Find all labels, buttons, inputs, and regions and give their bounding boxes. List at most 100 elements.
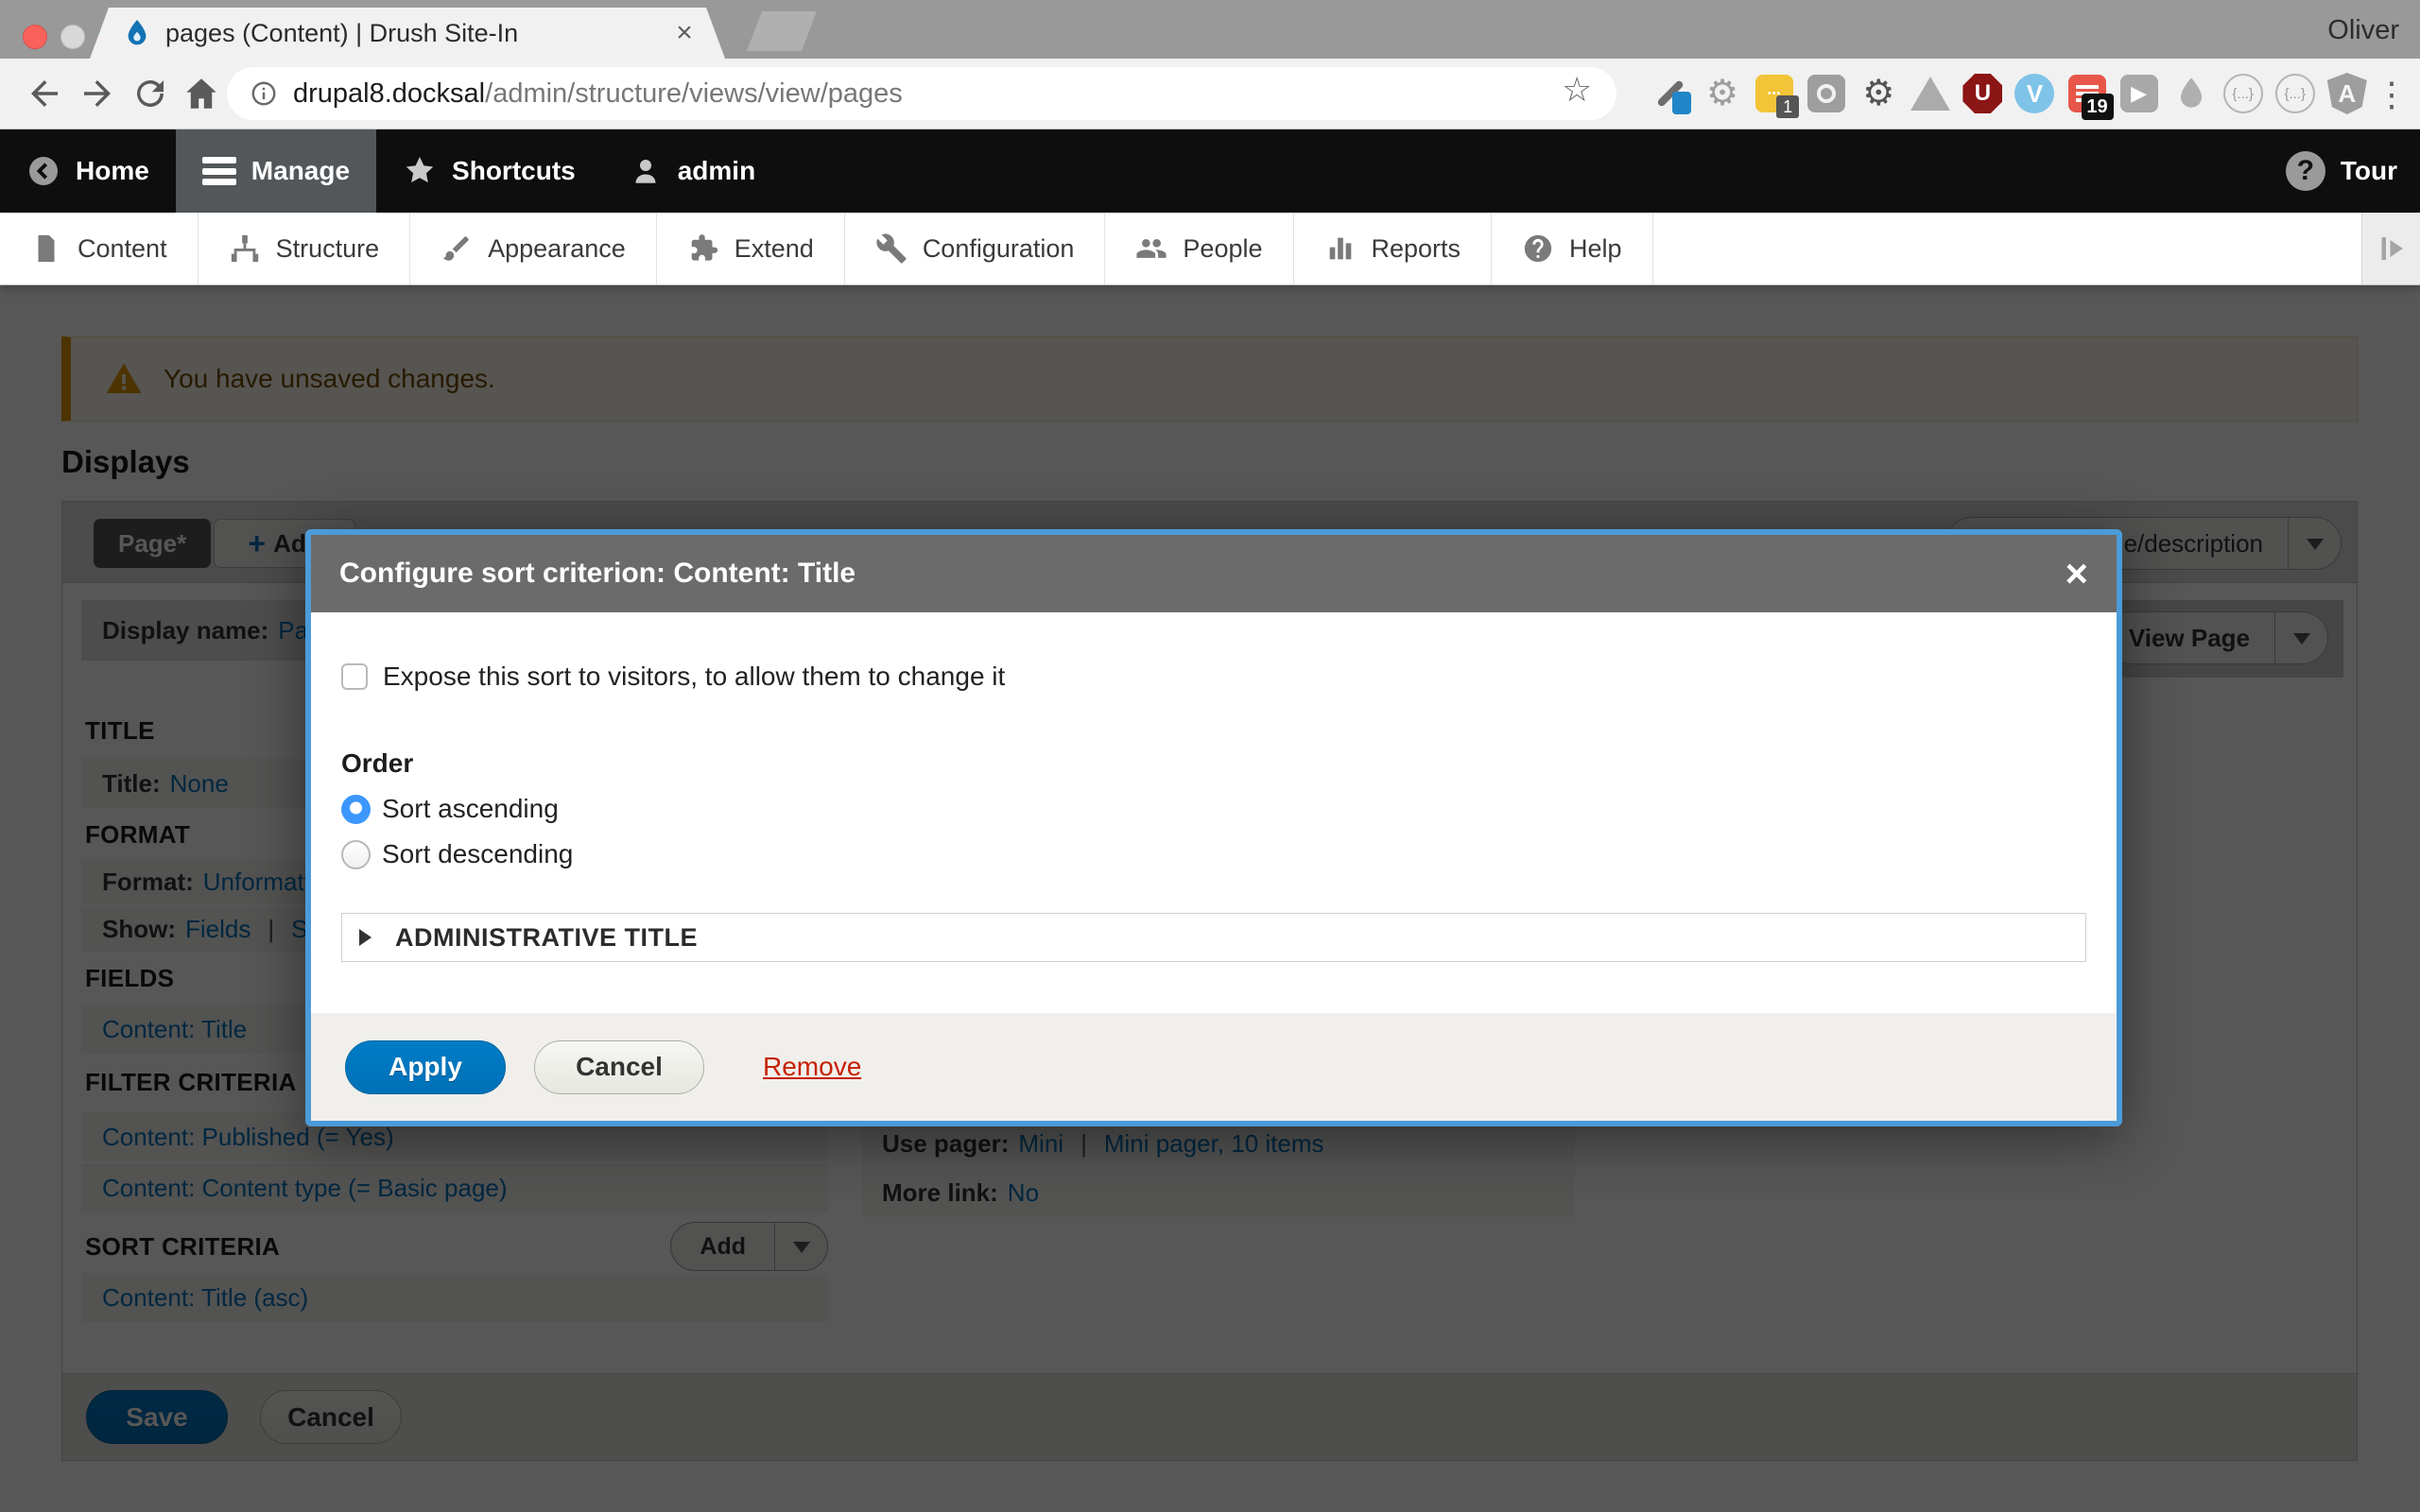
back-button[interactable] [25, 74, 64, 113]
menu-item-help[interactable]: Help [1492, 213, 1653, 284]
sort-descending-option[interactable]: Sort descending [341, 839, 2086, 869]
menu-item-content[interactable]: Content [0, 213, 199, 284]
back-to-site-icon [26, 154, 60, 188]
window-minimize-button[interactable] [60, 25, 85, 49]
extension-json-icon[interactable]: {...} [2222, 73, 2264, 114]
home-icon [182, 74, 221, 113]
reload-button[interactable] [130, 74, 170, 113]
back-arrow-icon [25, 74, 64, 113]
sort-ascending-option[interactable]: Sort ascending [341, 794, 2086, 824]
toolbar-item-label: Shortcuts [452, 156, 576, 186]
extension-gear-icon[interactable]: ⚙ [1702, 73, 1743, 114]
expose-sort-option[interactable]: Expose this sort to visitors, to allow t… [341, 662, 2086, 692]
extension-json2-icon[interactable]: {...} [2274, 73, 2316, 114]
barchart-icon [1324, 232, 1357, 265]
sort-descending-label: Sort descending [382, 839, 573, 869]
toolbar-item-label: Home [76, 156, 149, 186]
menu-item-people[interactable]: People [1105, 213, 1293, 284]
configure-sort-modal: Configure sort criterion: Content: Title… [305, 529, 2122, 1126]
extension-todoist-icon[interactable]: 19 [2066, 73, 2108, 114]
extension-settings-icon[interactable]: ⚙ [1858, 73, 1899, 114]
window-close-button[interactable] [23, 25, 47, 49]
menu-item-configuration[interactable]: Configuration [845, 213, 1106, 284]
new-tab-button[interactable] [747, 11, 817, 51]
tour-label: Tour [2341, 156, 2397, 186]
extension-notes-icon[interactable]: •••1 [1754, 73, 1795, 114]
url-path: /admin/structure/views/view/pages [485, 78, 903, 110]
modal-cancel-button[interactable]: Cancel [534, 1040, 704, 1094]
tab-title: pages (Content) | Drush Site-In [165, 19, 619, 48]
sort-descending-radio[interactable] [341, 840, 371, 869]
extension-ublock-icon[interactable]: U [1962, 73, 2003, 114]
details-arrow-icon [359, 929, 380, 946]
toolbar-item-label: Manage [251, 156, 350, 186]
order-label: Order [341, 748, 2086, 779]
tab-title-fade [606, 17, 663, 55]
browser-tab[interactable]: pages (Content) | Drush Site-In × [90, 8, 725, 59]
extensions-row: ⚙ •••1 ⚙ U V 19 ▶ {...} {...} A [1650, 72, 2368, 115]
tab-close-icon[interactable]: × [670, 20, 699, 48]
drupal-admin-toolbar: Home Manage Shortcuts admin ? Tour [0, 129, 2420, 213]
toolbar-item-admin[interactable]: admin [602, 129, 782, 213]
site-info-icon[interactable] [250, 79, 278, 108]
menu-item-label: People [1183, 234, 1262, 264]
extension-angular-icon[interactable]: A [2326, 73, 2368, 114]
toolbar-item-label: admin [678, 156, 755, 186]
modal-close-icon[interactable]: × [2065, 554, 2088, 593]
extension-drupal-icon[interactable] [2170, 73, 2212, 114]
menu-item-label: Structure [276, 234, 380, 264]
home-button[interactable] [182, 74, 221, 113]
extension-play-icon[interactable]: ▶ [2118, 73, 2160, 114]
user-icon [629, 154, 663, 188]
modal-title: Configure sort criterion: Content: Title [339, 558, 2065, 590]
sitemap-icon [229, 232, 261, 265]
screen: pages (Content) | Drush Site-In × Oliver… [0, 0, 2420, 1512]
menu-item-label: Appearance [488, 234, 626, 264]
drupal-favicon-icon [122, 18, 152, 48]
administrative-title-details[interactable]: ADMINISTRATIVE TITLE [341, 913, 2086, 962]
expose-sort-checkbox[interactable] [341, 663, 368, 690]
extension-colorpicker-icon[interactable] [1650, 73, 1691, 114]
menu-item-reports[interactable]: Reports [1294, 213, 1493, 284]
tour-question-icon: ? [2286, 151, 2325, 191]
apply-button[interactable]: Apply [345, 1040, 506, 1094]
extension-todoist-badge: 19 [2082, 94, 2114, 120]
forward-arrow-icon [78, 74, 117, 113]
bookmark-star-icon[interactable]: ☆ [1562, 70, 1592, 110]
toolbar-item-tour[interactable]: ? Tour [2286, 129, 2397, 213]
browser-profile-name[interactable]: Oliver [2327, 15, 2399, 46]
sort-ascending-label: Sort ascending [382, 794, 559, 824]
toolbar-item-manage[interactable]: Manage [176, 129, 376, 213]
modal-body: Expose this sort to visitors, to allow t… [311, 662, 2117, 962]
modal-titlebar[interactable]: Configure sort criterion: Content: Title… [311, 535, 2117, 612]
browser-menu-icon[interactable]: ⋮ [2375, 76, 2409, 113]
menu-item-label: Configuration [923, 234, 1075, 264]
hamburger-icon [202, 157, 236, 185]
toolbar-collapse-button[interactable] [2361, 213, 2420, 284]
forward-button[interactable] [78, 74, 117, 113]
browser-titlebar: pages (Content) | Drush Site-In × Oliver [0, 0, 2420, 59]
reload-icon [130, 74, 170, 113]
menu-item-label: Help [1569, 234, 1622, 264]
help-icon [1522, 232, 1554, 265]
menu-item-structure[interactable]: Structure [199, 213, 411, 284]
extension-notes-badge: 1 [1776, 95, 1799, 118]
drupal-menu-bar: Content Structure Appearance Extend Conf… [0, 213, 2420, 285]
toolbar-item-shortcuts[interactable]: Shortcuts [376, 129, 602, 213]
puzzle-icon [687, 232, 719, 265]
extension-screenshot-icon[interactable] [1806, 73, 1847, 114]
menu-item-extend[interactable]: Extend [657, 213, 845, 284]
expose-sort-label: Expose this sort to visitors, to allow t… [383, 662, 1005, 692]
toolbar-item-home[interactable]: Home [0, 129, 176, 213]
url-bar[interactable]: drupal8.docksal/admin/structure/views/vi… [227, 67, 1616, 120]
sort-ascending-radio[interactable] [341, 795, 371, 824]
menu-item-appearance[interactable]: Appearance [410, 213, 657, 284]
url-host: drupal8.docksal [293, 78, 485, 110]
document-icon [30, 232, 62, 265]
extension-drive-icon[interactable] [1910, 73, 1951, 114]
menu-item-label: Extend [735, 234, 814, 264]
extension-video-icon[interactable]: V [2014, 73, 2055, 114]
modal-footer: Apply Cancel Remove [311, 1013, 2117, 1121]
browser-toolbar: drupal8.docksal/admin/structure/views/vi… [0, 59, 2420, 129]
remove-link[interactable]: Remove [763, 1052, 861, 1082]
